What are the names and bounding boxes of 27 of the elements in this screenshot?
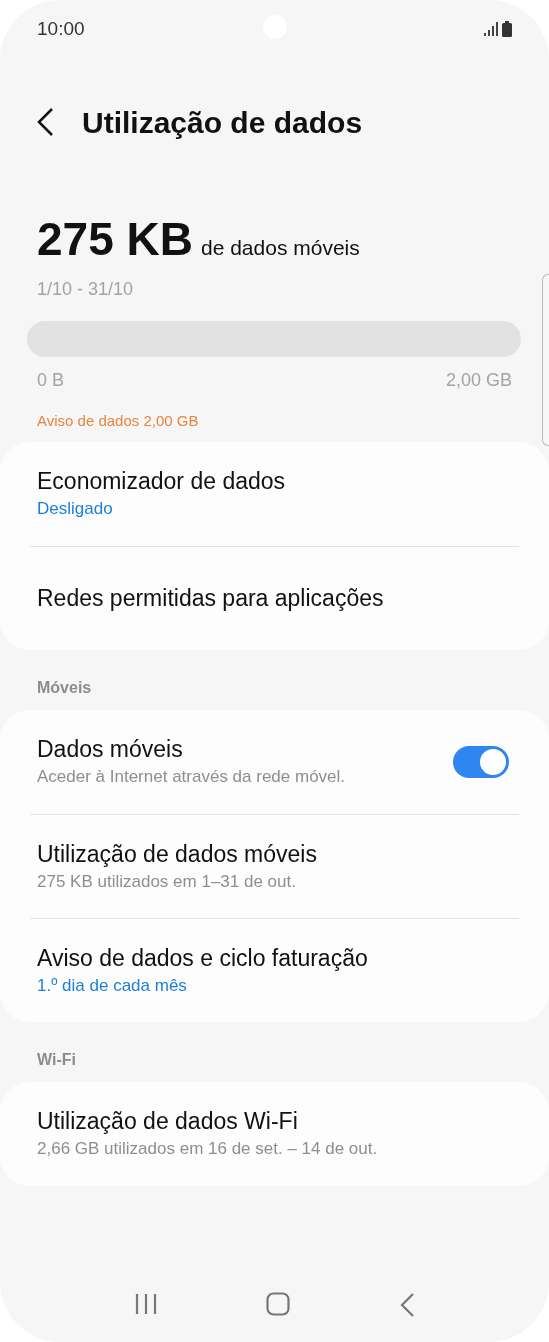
setting-title[interactable]: Redes permitidas para aplicações: [37, 583, 512, 614]
setting-title[interactable]: Economizador de dados: [37, 467, 512, 498]
section-header: Wi-Fi: [37, 1050, 77, 1070]
toggle-switch[interactable]: [453, 746, 509, 778]
scale-max: 2,00 GB: [445, 368, 512, 392]
status-time: 10:00: [37, 16, 85, 41]
back-icon[interactable]: [36, 107, 54, 137]
setting-subtitle: Aceder à Internet através da rede móvel.: [37, 766, 347, 789]
page-title: Utilização de dados: [82, 104, 363, 141]
section-header: Móveis: [37, 678, 93, 698]
usage-caption: de dados móveis: [200, 235, 360, 261]
setting-subtitle: 1.º dia de cada mês: [37, 974, 188, 997]
battery-icon: [502, 21, 512, 37]
setting-title[interactable]: Utilização de dados Wi-Fi: [37, 1107, 512, 1138]
setting-subtitle: Desligado: [37, 498, 114, 521]
signal-icon: [484, 22, 498, 36]
home-icon[interactable]: [266, 1292, 291, 1316]
setting-title[interactable]: Utilização de dados móveis: [37, 839, 512, 870]
usage-amount: 275 KB: [37, 216, 193, 262]
scale-min: 0 B: [37, 368, 65, 392]
setting-subtitle: 275 KB utilizados em 1–31 de out.: [37, 870, 297, 893]
recent-apps-icon[interactable]: [134, 1292, 159, 1316]
setting-subtitle: 2,66 GB utilizados em 16 de set. – 14 de out.: [37, 1138, 379, 1161]
setting-title[interactable]: Dados móveis: [37, 735, 453, 766]
data-warning: Aviso de dados 2,00 GB: [37, 410, 200, 431]
setting-title[interactable]: Aviso de dados e ciclo faturação: [37, 943, 512, 974]
usage-period: 1/10 - 31/10: [37, 277, 135, 301]
